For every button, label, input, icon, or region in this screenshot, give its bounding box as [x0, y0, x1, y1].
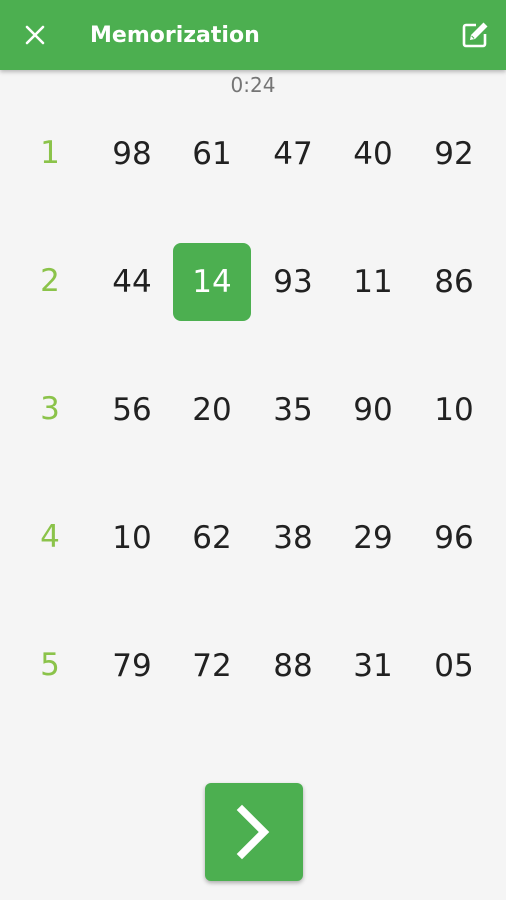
number-cell[interactable]: 72 [173, 627, 251, 705]
number-cell[interactable]: 20 [173, 371, 251, 449]
close-button[interactable] [14, 14, 56, 56]
number-cell[interactable]: 92 [415, 115, 493, 193]
grid-row-5: 5 79 72 88 31 05 [0, 625, 506, 705]
grid-row-4: 4 10 62 38 29 96 [0, 497, 506, 577]
edit-icon [462, 22, 488, 48]
number-cell[interactable]: 10 [93, 499, 171, 577]
next-button[interactable] [205, 783, 303, 881]
chevron-right-icon [236, 804, 270, 860]
app-bar: Memorization [0, 0, 506, 70]
number-cell[interactable]: 44 [93, 243, 171, 321]
number-cell[interactable]: 10 [415, 371, 493, 449]
number-cell[interactable]: 86 [415, 243, 493, 321]
number-cell[interactable]: 38 [254, 499, 332, 577]
row-number: 4 [40, 519, 60, 555]
number-cell[interactable]: 40 [334, 115, 412, 193]
number-cell[interactable]: 47 [254, 115, 332, 193]
number-cell[interactable]: 05 [415, 627, 493, 705]
number-cell[interactable]: 61 [173, 115, 251, 193]
number-cell[interactable]: 96 [415, 499, 493, 577]
grid-row-1: 1 98 61 47 40 92 [0, 113, 506, 193]
number-cell[interactable]: 29 [334, 499, 412, 577]
grid-row-2: 2 44 14 93 11 86 [0, 241, 506, 321]
timer: 0:24 [230, 73, 276, 97]
page-title: Memorization [90, 23, 260, 48]
grid-row-3: 3 56 20 35 90 10 [0, 369, 506, 449]
number-cell[interactable]: 11 [334, 243, 412, 321]
row-number: 1 [40, 135, 60, 171]
number-cell[interactable]: 88 [254, 627, 332, 705]
row-number: 2 [40, 263, 60, 299]
number-cell[interactable]: 79 [93, 627, 171, 705]
number-cell[interactable]: 90 [334, 371, 412, 449]
edit-button[interactable] [454, 14, 496, 56]
close-icon [25, 25, 45, 45]
number-cell[interactable]: 35 [254, 371, 332, 449]
row-number: 3 [40, 391, 60, 427]
number-cell[interactable]: 62 [173, 499, 251, 577]
number-cell[interactable]: 98 [93, 115, 171, 193]
number-cell[interactable]: 93 [254, 243, 332, 321]
number-cell-selected[interactable]: 14 [173, 243, 251, 321]
number-cell[interactable]: 31 [334, 627, 412, 705]
number-cell[interactable]: 56 [93, 371, 171, 449]
row-number: 5 [40, 647, 60, 683]
